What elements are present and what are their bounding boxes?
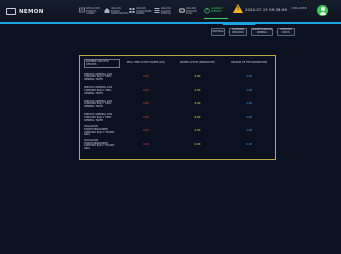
table-row[interactable]: APLICACION TRANSFORMADORES CONSUMO BAJO … [80, 139, 275, 153]
transformador-button[interactable]: TRANSFORMADOR GENERAL [251, 28, 273, 36]
main-nav: SIMULACIÓN EVENTOS CAMBIO ANÁLISIS ESTAD… [79, 5, 229, 19]
brand-logo[interactable]: NEMON [6, 7, 44, 16]
row-power-active-value: 0.00 [194, 102, 201, 106]
row-power-active-value: 0.00 [194, 75, 201, 79]
row-name: SERVICIO GENERAL CON CONSUMO BAJO Y SERV… [84, 99, 113, 109]
sub-toolbar: HISTORIAL COMPARAR PERIODOS TRANSFORMADO… [211, 28, 299, 36]
table-header-row: NOMBRE CIRCUITO DEVICES REAL TIME ACTIVE… [80, 56, 275, 71]
table-row[interactable]: SERVICIO GENERAL CON CONSUMO BAJO Y SERV… [80, 98, 275, 112]
column-header-power-active: POWER ACTIVE (NORMATIVE) [179, 61, 215, 65]
row-reason-value: 0.00 [246, 102, 253, 106]
logo-icon [6, 8, 16, 15]
nav-item-label: ANÁLISIS ESTADO MONITORIZADO [111, 7, 129, 16]
row-realtime-value: 0.00 [142, 75, 149, 79]
row-name: APLICACION TRANSFORMADORES CONSUMO BAJO … [84, 125, 115, 137]
row-power-active-value: 0.00 [194, 142, 201, 146]
row-reason-value: 0.00 [246, 142, 253, 146]
power-icon [204, 7, 210, 14]
nav-item-condiciones[interactable]: ANÁLISIS CONDICIONES ESPERA [129, 5, 153, 18]
top-header: NEMON SIMULACIÓN EVENTOS CAMBIO ANÁLISIS… [0, 0, 341, 23]
warning-exclamation: ! [237, 6, 240, 12]
row-power-active-value: 0.00 [194, 88, 201, 92]
row-reason-value: 0.00 [246, 88, 253, 92]
brand-name: NEMON [19, 8, 44, 15]
nav-item-alarmas[interactable]: ALARMAS Y EVENTOS [204, 5, 228, 19]
comparar-button[interactable]: COMPARAR PERIODOS [229, 28, 247, 36]
header-accent-line [0, 22, 341, 24]
avatar[interactable] [317, 5, 328, 16]
nav-item-posicion[interactable]: ANÁLISIS POSICIÓN FLUJO [179, 5, 203, 18]
grid-icon [129, 8, 135, 13]
row-realtime-value: 0.00 [142, 142, 149, 146]
row-reason-value: 0.00 [246, 129, 253, 133]
row-name: APLICACION TRANSFORMADORES CONSUMO BAJO … [84, 138, 115, 150]
nav-item-simulacion[interactable]: SIMULACIÓN EVENTOS CAMBIO [79, 5, 103, 18]
row-realtime-value: 0.00 [142, 102, 149, 106]
row-reason-value: 0.00 [246, 75, 253, 79]
row-power-active-value: 0.00 [194, 129, 201, 133]
table-row[interactable]: SERVICIO GENERAL CON CONSUMO BAJO Y SERV… [80, 112, 275, 126]
row-name: SERVICIO GENERAL CON CONSUMO BAJO Y SERV… [84, 86, 113, 95]
exportar-button[interactable]: EXPORTAR DATOS [277, 28, 295, 36]
row-power-active-value: 0.00 [194, 115, 201, 119]
row-name: SERVICIO GENERAL CON CONSUMO BAJO Y SERV… [84, 113, 113, 122]
data-table: NOMBRE CIRCUITO DEVICES REAL TIME ACTIVE… [80, 56, 275, 152]
column-header-name: NOMBRE CIRCUITO DEVICES [80, 56, 120, 71]
column-header-reason: REASON OF THE NORMATIVES [231, 61, 268, 65]
table-row[interactable]: SERVICIO GENERAL CON CONSUMO BAJO Y SERV… [80, 85, 275, 99]
row-name: SERVICIO GENERAL CON CONSUMO BAJO Y SERV… [84, 72, 113, 82]
row-realtime-value: 0.00 [142, 88, 149, 92]
nav-item-label: ANÁLISIS CALIDAD ESPECIAL [161, 7, 172, 16]
dashboard-icon [79, 7, 85, 13]
nav-item-label: ANÁLISIS CONDICIONES ESPERA [136, 7, 152, 16]
user-label[interactable]: USER ADMIN [291, 7, 307, 10]
list-icon [154, 8, 160, 13]
row-realtime-value: 0.00 [142, 129, 149, 133]
flow-icon [179, 8, 185, 13]
table-row[interactable]: SERVICIO GENERAL CON CONSUMO BAJO Y SERV… [80, 71, 275, 85]
nav-item-estado[interactable]: ANÁLISIS ESTADO MONITORIZADO [104, 5, 129, 18]
table-row[interactable]: APLICACION TRANSFORMADORES CONSUMO BAJO … [80, 125, 275, 139]
column-header-realtime: REAL TIME ACTIVE POWER (kW) [126, 61, 165, 65]
clock-datetime: 2024-07-15 09:38:06 [245, 8, 287, 12]
row-reason-value: 0.00 [246, 115, 253, 119]
power-table: NOMBRE CIRCUITO DEVICES REAL TIME ACTIVE… [79, 55, 276, 160]
nav-item-calidad[interactable]: ANÁLISIS CALIDAD ESPECIAL [154, 5, 178, 18]
active-section-indicator [222, 22, 256, 25]
nav-item-label: SIMULACIÓN EVENTOS CAMBIO [86, 7, 100, 16]
row-realtime-value: 0.00 [142, 115, 149, 119]
nav-item-label: ALARMAS Y EVENTOS [211, 7, 224, 13]
nav-item-label: ANÁLISIS POSICIÓN FLUJO [186, 7, 197, 16]
home-icon [104, 8, 110, 13]
app-window: NEMON SIMULACIÓN EVENTOS CAMBIO ANÁLISIS… [0, 0, 341, 254]
historial-button[interactable]: HISTORIAL [211, 28, 225, 36]
